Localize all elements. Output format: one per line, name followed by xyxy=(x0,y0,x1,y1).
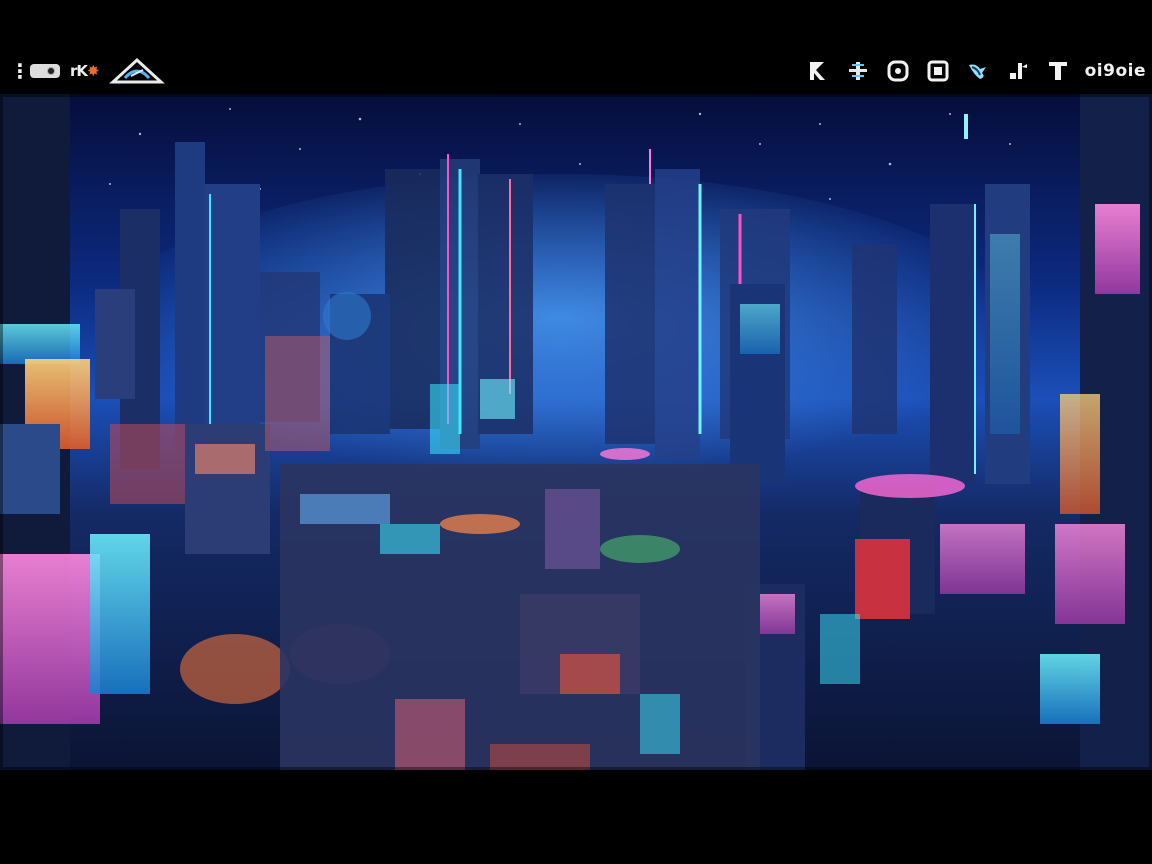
game-logo: rK✸ xyxy=(70,62,100,80)
k-glyph-icon[interactable] xyxy=(805,58,831,84)
city-scene xyxy=(0,94,1152,770)
target-icon[interactable] xyxy=(885,58,911,84)
hud-left-group: ⋮ rK✸ xyxy=(10,56,165,86)
grid-icon[interactable] xyxy=(925,58,951,84)
game-viewport[interactable] xyxy=(0,94,1152,770)
emblem-icon xyxy=(108,57,165,84)
top-hud-bar: ⋮ rK✸ oi9oie xyxy=(0,0,1152,94)
logo-text: rK xyxy=(70,62,88,80)
bottom-letterbox xyxy=(0,770,1152,864)
hud-right-group: oi9oie xyxy=(805,56,1146,86)
toggle-icon[interactable] xyxy=(30,64,60,78)
crosshair-icon[interactable] xyxy=(845,58,871,84)
wing-icon[interactable] xyxy=(965,58,991,84)
tool-icon[interactable] xyxy=(1005,58,1031,84)
banner-icon[interactable] xyxy=(1045,58,1071,84)
hud-counter: oi9oie xyxy=(1084,61,1146,81)
more-vertical-icon[interactable]: ⋮ xyxy=(10,59,30,83)
logo-burst-icon: ✸ xyxy=(87,62,100,80)
